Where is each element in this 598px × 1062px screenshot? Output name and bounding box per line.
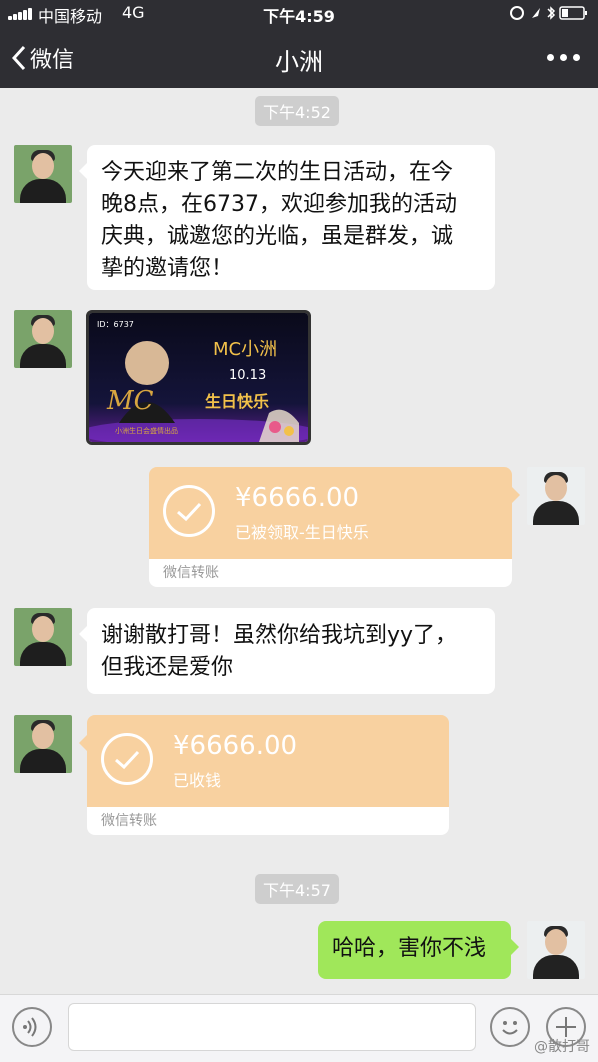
more-button[interactable] xyxy=(547,54,580,61)
message-line: 庆典，诚邀您的光临，虽是群发，诚 xyxy=(101,224,454,249)
check-icon xyxy=(101,733,153,785)
voice-button[interactable] xyxy=(12,1007,52,1047)
avatar[interactable] xyxy=(14,608,72,666)
poster-subtitle: 小洲生日会盛情出品 xyxy=(115,426,178,435)
poster-face xyxy=(125,341,169,385)
transfer-footer: 微信转账 xyxy=(87,807,449,835)
poster-date: 10.13 xyxy=(229,368,266,383)
check-icon xyxy=(163,485,215,537)
voice-icon xyxy=(23,1017,37,1037)
location-icon xyxy=(532,8,540,18)
message-line: 挚的邀请您！ xyxy=(101,256,234,281)
message-line: 但我还是爱你 xyxy=(101,655,234,680)
avatar[interactable] xyxy=(14,715,72,773)
avatar[interactable] xyxy=(527,467,585,525)
poster-name: MC小洲 xyxy=(213,339,277,360)
message-bubble[interactable]: 今天迎来了第二次的生日活动，在今 晚8点，在6737，欢迎参加我的活动 庆典，诚… xyxy=(79,145,495,290)
transfer-amount: ¥6666.00 xyxy=(173,731,298,761)
poster-id-text: ID：6737 xyxy=(97,320,134,329)
message-input[interactable] xyxy=(68,1003,476,1051)
avatar[interactable] xyxy=(527,921,585,979)
image-message[interactable]: ID：6737 MC小洲 10.13 MC 生日快乐 小洲生日会盛情出品 xyxy=(86,310,311,445)
message-line: 谢谢散打哥！虽然你给我坑到yy了， xyxy=(101,623,458,648)
more-dot-icon xyxy=(560,54,567,61)
timestamp: 下午4:52 xyxy=(255,96,339,126)
more-dot-icon xyxy=(547,54,554,61)
watermark: @散打哥 xyxy=(534,1039,590,1055)
transfer-footer: 微信转账 xyxy=(149,559,512,587)
message-bubble[interactable]: 哈哈，害你不浅 xyxy=(318,921,519,979)
message-text: 哈哈，害你不浅 xyxy=(332,936,487,961)
message-line: 晚8点，在6737，欢迎参加我的活动 xyxy=(101,192,457,217)
message-bubble[interactable]: 谢谢散打哥！虽然你给我坑到yy了， 但我还是爱你 xyxy=(79,608,495,694)
chat-area[interactable]: 下午4:52 今天迎来了第二次的生日活动，在今 晚8点，在6737，欢迎参加我的… xyxy=(0,88,598,994)
message-line: 今天迎来了第二次的生日活动，在今 xyxy=(101,160,454,185)
status-time: 下午4:59 xyxy=(263,7,335,26)
input-bar: @散打哥 xyxy=(0,994,598,1062)
timestamp: 下午4:57 xyxy=(255,874,339,904)
transfer-note: 已被领取-生日快乐 xyxy=(235,523,369,542)
chat-title: 小洲 xyxy=(275,48,323,76)
orientation-lock-icon xyxy=(510,6,524,20)
birthday-poster: ID：6737 MC小洲 10.13 MC 生日快乐 小洲生日会盛情出品 xyxy=(89,313,308,442)
transfer-note: 已收钱 xyxy=(173,771,222,790)
emoji-button[interactable] xyxy=(490,1007,530,1047)
poster-mc-letters: MC xyxy=(106,386,154,416)
more-dot-icon xyxy=(573,54,580,61)
transfer-card[interactable]: ¥6666.00 已被领取-生日快乐 微信转账 xyxy=(149,467,520,587)
emoji-icon xyxy=(502,1021,518,1035)
avatar[interactable] xyxy=(14,145,72,203)
transfer-card[interactable]: ¥6666.00 已收钱 微信转账 xyxy=(79,715,449,835)
bluetooth-icon xyxy=(547,6,556,20)
poster-greeting: 生日快乐 xyxy=(205,392,269,411)
nav-bar: 微信 小洲 xyxy=(0,26,598,88)
transfer-amount: ¥6666.00 xyxy=(235,483,360,513)
status-bar: 中国移动 4G 下午4:59 xyxy=(0,0,598,26)
status-icons xyxy=(510,6,587,20)
avatar[interactable] xyxy=(14,310,72,368)
